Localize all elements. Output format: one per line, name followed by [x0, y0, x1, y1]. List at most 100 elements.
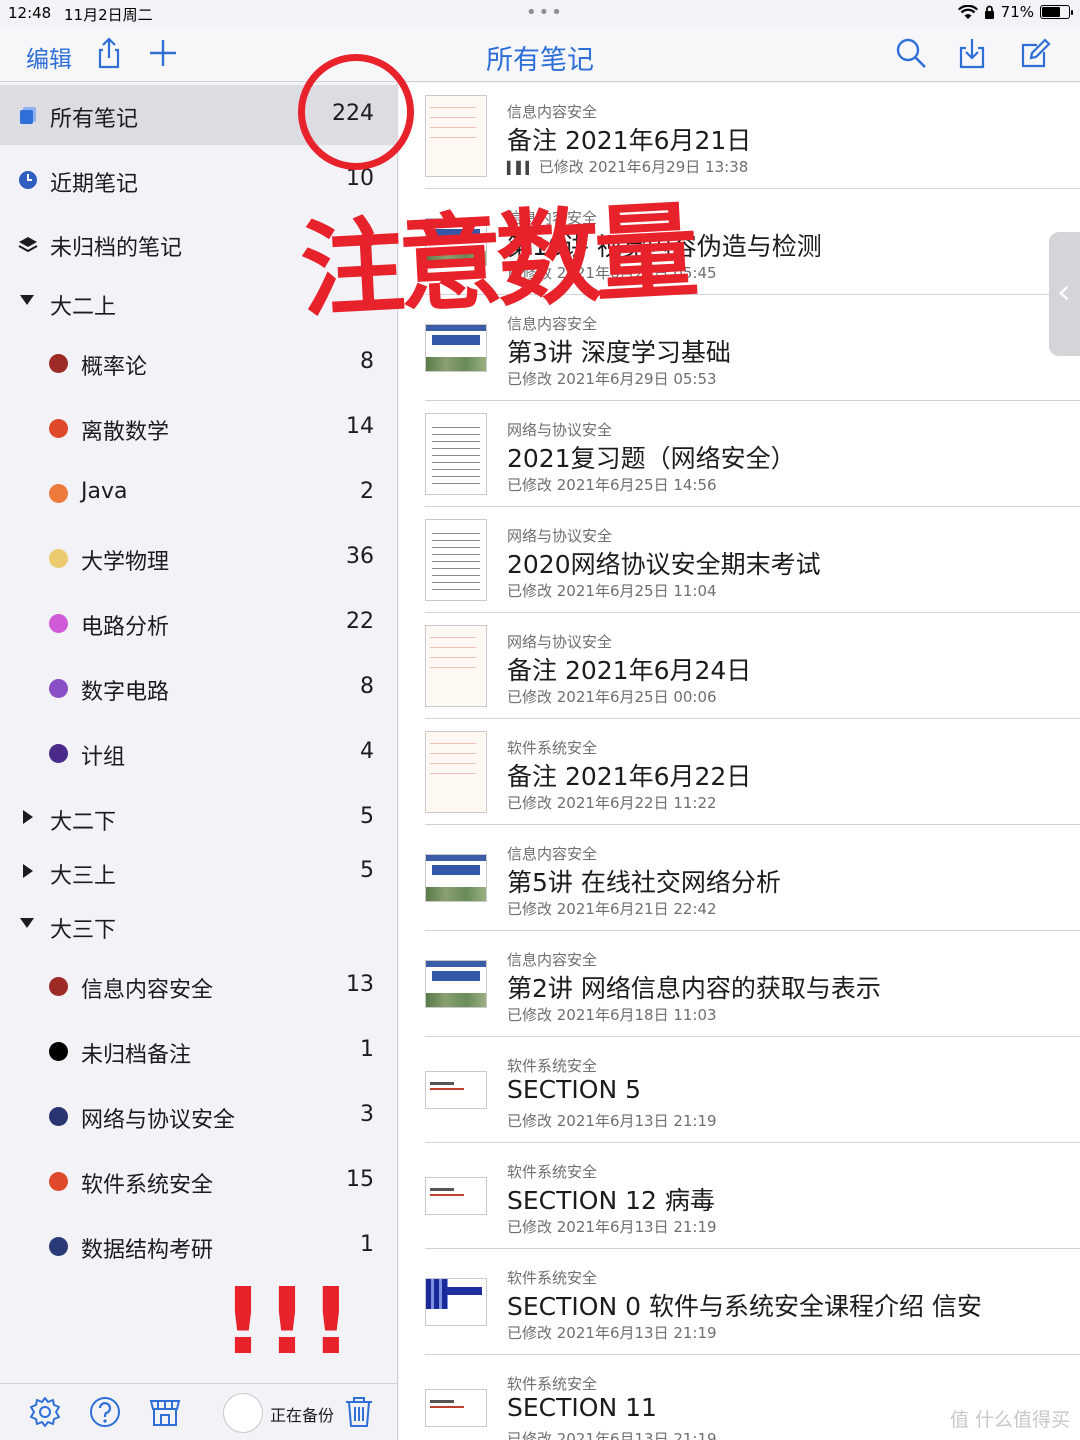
note-row[interactable]: 软件系统安全 SECTION 12 病毒 已修改 2021年6月13日 21:19	[399, 1143, 1080, 1249]
import-icon[interactable]	[955, 36, 989, 70]
compose-icon[interactable]	[1018, 36, 1052, 70]
sidebar-notebook-item[interactable]: 电路分析 22	[0, 593, 398, 653]
sidebar-item-count: 1	[360, 1037, 374, 1062]
sidebar-notebook-item[interactable]: 数据结构考研 1	[0, 1216, 398, 1276]
disclosure-expanded-icon[interactable]	[20, 918, 34, 928]
note-modified: 已修改 2021年6月22日 11:22	[507, 792, 717, 813]
settings-gear-icon[interactable]	[28, 1395, 62, 1429]
note-row[interactable]: 网络与协议安全 2020网络协议安全期末考试 已修改 2021年6月25日 11:0…	[399, 507, 1080, 613]
notebook-color-dot	[49, 1107, 68, 1126]
sidebar-notebook-item[interactable]: 未归档备注 1	[0, 1021, 398, 1081]
note-thumbnail	[425, 95, 487, 177]
backup-progress-indicator[interactable]	[223, 1393, 263, 1433]
note-title: 第3讲 深度学习基础	[507, 338, 731, 367]
lock-rotation-icon	[984, 5, 994, 19]
note-category: 软件系统安全	[507, 1163, 598, 1181]
sidebar-group-2[interactable]: 大三上 5	[0, 842, 398, 902]
note-thumbnail	[425, 324, 487, 372]
note-title: 第5讲 在线社交网络分析	[507, 868, 781, 897]
sidebar-item-label: 概率论	[81, 355, 148, 380]
sidebar-item-count: 36	[346, 544, 374, 569]
status-date: 11月2日周二	[64, 6, 153, 24]
sidebar-item-label: 大学物理	[81, 550, 170, 575]
note-modified-date: 已修改 2021年6月21日 22:42	[507, 900, 717, 918]
note-row[interactable]: 软件系统安全 SECTION 5 已修改 2021年6月13日 21:19	[399, 1037, 1080, 1143]
trash-icon[interactable]	[342, 1395, 376, 1429]
wifi-icon	[957, 4, 978, 19]
note-modified: 已修改 2021年6月18日 11:03	[507, 1004, 717, 1025]
notebook-color-dot	[49, 977, 68, 996]
share-icon[interactable]	[92, 36, 126, 70]
layers-icon	[18, 237, 38, 253]
watermark: 值 什么值得买	[949, 1409, 1070, 1431]
sidebar-notebook-item[interactable]: 网络与协议安全 3	[0, 1086, 398, 1146]
note-row[interactable]: 网络与协议安全 2021复习题（网络安全） 已修改 2021年6月25日 14:56	[399, 401, 1080, 507]
note-row[interactable]: 网络与协议安全 备注 2021年6月24日 已修改 2021年6月25日 00:06	[399, 613, 1080, 719]
note-row[interactable]: 信息内容安全 第2讲 网络信息内容的获取与表示 已修改 2021年6月18日 11:…	[399, 931, 1080, 1037]
sidebar-group-3[interactable]: 大三下	[0, 896, 398, 956]
note-modified: 已修改 2021年6月13日 21:19	[507, 1216, 717, 1237]
disclosure-collapsed-icon[interactable]	[23, 864, 33, 878]
sidebar-notebook-item[interactable]: 数字电路 8	[0, 658, 398, 718]
edit-button[interactable]: 编辑	[26, 40, 72, 74]
note-modified-date: 已修改 2021年6月18日 11:03	[507, 1006, 717, 1024]
bottom-toolbar: 正在备份	[0, 1383, 398, 1440]
disclosure-expanded-icon[interactable]	[20, 295, 34, 305]
note-title: 2020网络协议安全期末考试	[507, 550, 821, 579]
page-title: 所有笔记	[486, 45, 594, 76]
note-modified: 已修改 2021年6月21日 22:42	[507, 898, 717, 919]
slide-over-handle[interactable]: ‹	[1049, 232, 1080, 356]
sidebar-notebook-item[interactable]: Java 2	[0, 463, 398, 523]
sidebar-group-label: 大三下	[50, 918, 117, 943]
sidebar-item-count: 8	[360, 674, 374, 699]
annotation-circle	[298, 54, 414, 170]
sidebar-notebook-item[interactable]: 软件系统安全 15	[0, 1151, 398, 1211]
store-icon[interactable]	[148, 1395, 182, 1429]
note-row[interactable]: 信息内容安全 备注 2021年6月21日 ▍▌▍ 已修改 2021年6月29日 13:…	[399, 83, 1080, 189]
sidebar-group-1[interactable]: 大二下 5	[0, 788, 398, 848]
note-category: 信息内容安全	[507, 103, 598, 121]
note-category: 软件系统安全	[507, 1057, 598, 1075]
note-modified-date: 已修改 2021年6月13日 21:19	[507, 1218, 717, 1236]
sidebar-item-label: 数字电路	[81, 680, 170, 705]
sidebar-notebook-item[interactable]: 离散数学 14	[0, 398, 398, 458]
disclosure-collapsed-icon[interactable]	[23, 810, 33, 824]
notebook-color-dot	[49, 614, 68, 633]
chevron-left-icon: ‹	[1057, 272, 1071, 312]
note-modified: 已修改 2021年6月13日 21:19	[507, 1322, 717, 1343]
sidebar-item-count: 14	[346, 414, 374, 439]
help-icon[interactable]	[88, 1395, 122, 1429]
sidebar-item-label: 电路分析	[81, 615, 170, 640]
note-modified: 已修改 2021年6月29日 05:53	[507, 368, 717, 389]
sidebar-group-label: 大二上	[50, 295, 117, 320]
notes-stack-icon	[20, 107, 36, 124]
sidebar-item-count: 13	[346, 972, 374, 997]
note-modified-date: 已修改 2021年6月13日 21:19	[507, 1324, 717, 1342]
note-thumbnail	[425, 1071, 487, 1109]
sidebar-notebook-item[interactable]: 概率论 8	[0, 333, 398, 393]
note-row[interactable]: 软件系统安全 SECTION 0 软件与系统安全课程介绍 信安 已修改 2021年6…	[399, 1249, 1080, 1355]
note-modified-date: 已修改 2021年6月25日 11:04	[507, 582, 717, 600]
status-bar: 12:48 11月2日周二 ••• 71%	[0, 0, 1080, 28]
note-modified-date: 已修改 2021年6月25日 14:56	[507, 476, 717, 494]
note-category: 网络与协议安全	[507, 421, 613, 439]
sidebar-notebook-item[interactable]: 信息内容安全 13	[0, 956, 398, 1016]
sidebar-item-label: 未归档的笔记	[50, 236, 183, 261]
sidebar-notebook-item[interactable]: 大学物理 36	[0, 528, 398, 588]
multitasking-dots-icon[interactable]: •••	[526, 2, 564, 23]
note-row[interactable]: 软件系统安全 备注 2021年6月22日 已修改 2021年6月22日 11:22	[399, 719, 1080, 825]
sidebar-notebook-item[interactable]: 计组 4	[0, 723, 398, 783]
sidebar-item-count: 4	[360, 739, 374, 764]
note-category: 软件系统安全	[507, 1269, 598, 1287]
sidebar-item-count: 5	[360, 804, 374, 829]
add-icon[interactable]	[146, 36, 180, 70]
note-thumbnail	[425, 960, 487, 1008]
sidebar-item-label: 软件系统安全	[81, 1173, 214, 1198]
note-row[interactable]: 信息内容安全 第5讲 在线社交网络分析 已修改 2021年6月21日 22:42	[399, 825, 1080, 931]
note-category: 网络与协议安全	[507, 633, 613, 651]
top-toolbar: 编辑 所有笔记	[0, 28, 1080, 82]
note-thumbnail	[425, 519, 487, 601]
search-icon[interactable]	[894, 36, 928, 70]
notebook-color-dot	[49, 484, 68, 503]
sidebar-item-count: 3	[360, 1102, 374, 1127]
